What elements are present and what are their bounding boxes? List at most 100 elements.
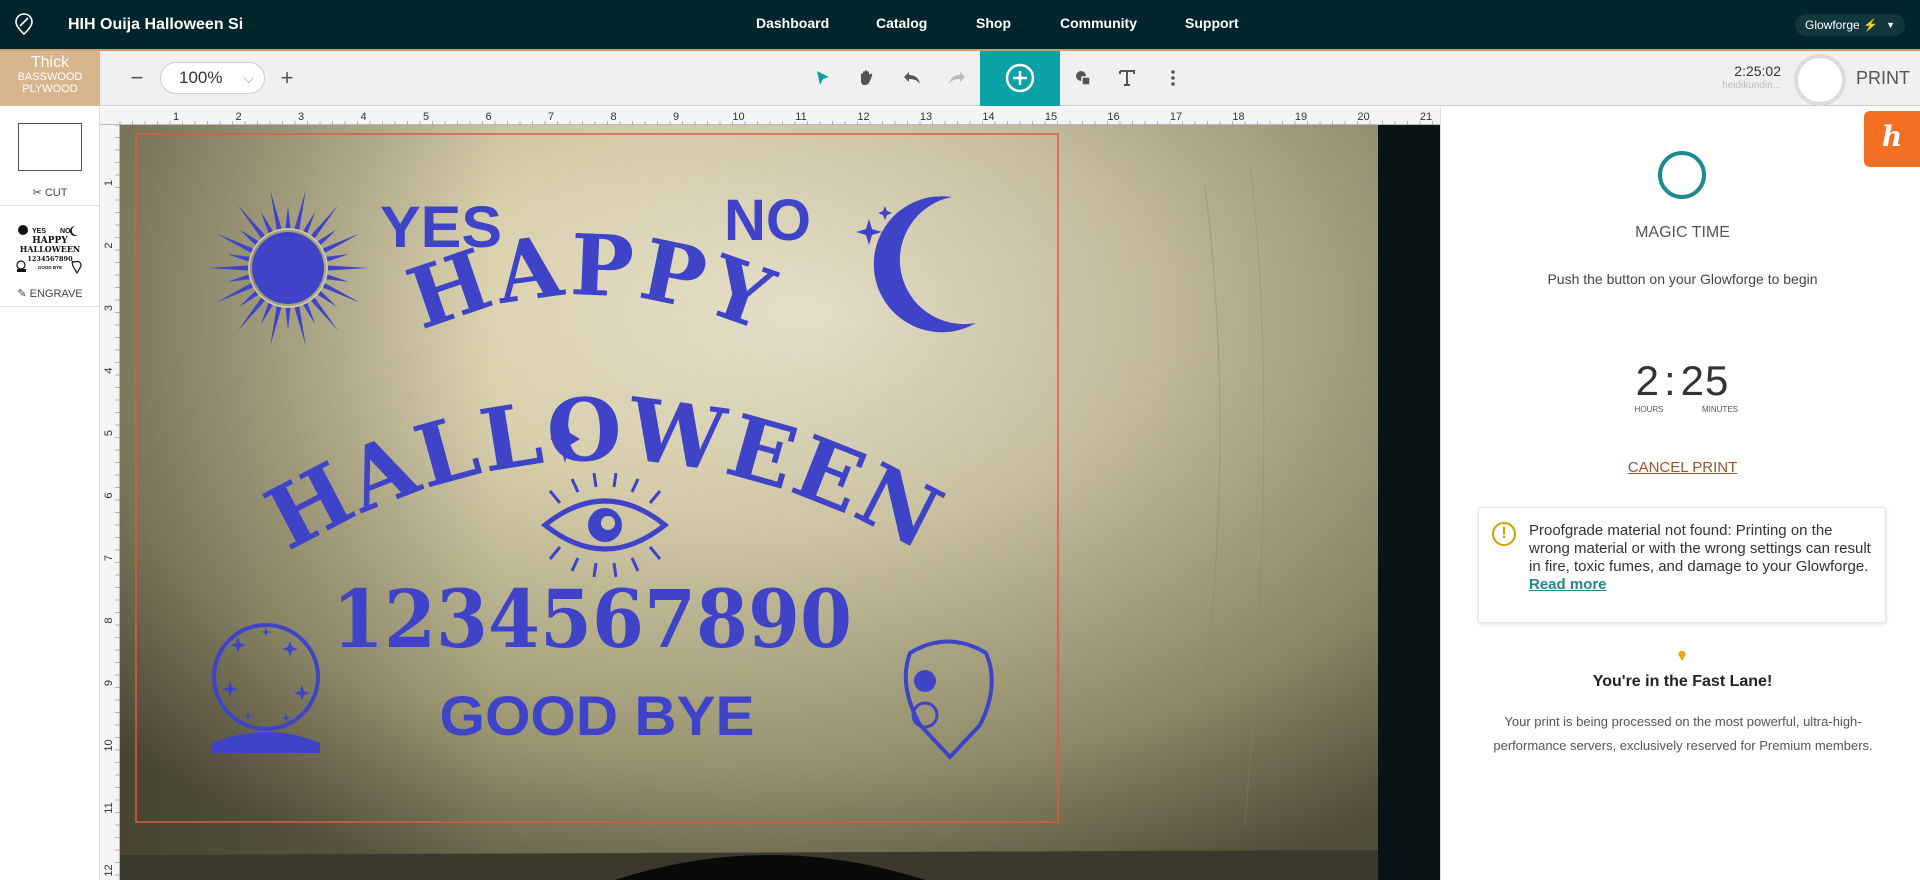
ruler-tick-label: 7 — [103, 555, 115, 561]
print-button[interactable]: PRINT — [1856, 68, 1910, 89]
ruler-tick-label: 14 — [982, 111, 994, 123]
ruler-tick-label: 2 — [235, 111, 241, 123]
read-more-link[interactable]: Read more — [1529, 576, 1607, 593]
zoom-in-button[interactable]: + — [272, 63, 302, 93]
ruler-tick-label: 8 — [103, 617, 115, 623]
ruler-tick-label: 4 — [360, 111, 366, 123]
print-time-estimate: 2:25:02 — [1734, 63, 1781, 79]
more-vertical-icon[interactable] — [1158, 63, 1188, 93]
ruler-tick-label: 5 — [103, 430, 115, 436]
fast-lane-description: Your print is being processed on the mos… — [1493, 714, 1873, 753]
ruler-tick-label: 18 — [1232, 111, 1244, 123]
magic-time-instructions: Push the button on your Glowforge to beg… — [1547, 271, 1818, 287]
cut-step-thumbnail[interactable] — [18, 123, 82, 171]
engrave-step-label[interactable]: ✎ ENGRAVE — [0, 287, 100, 300]
bed-camera-canvas[interactable]: YES NO HAPPY HALLOWEEN 1234567890 GOOD B… — [120, 125, 1440, 880]
ruler-tick-label: 5 — [423, 111, 429, 123]
thumb-no: NO — [60, 228, 71, 235]
ruler-tick-label: 21 — [1420, 111, 1432, 123]
warning-message: Proofgrade material not found: Printing … — [1529, 522, 1874, 594]
caret-down-icon: ▼ — [1886, 20, 1895, 30]
account-dropdown[interactable]: Glowforge ⚡ ▼ — [1795, 14, 1905, 36]
glowforge-logo-icon[interactable] — [14, 12, 34, 36]
print-button-circle[interactable] — [1794, 54, 1846, 106]
ruler-tick-label: 1 — [173, 111, 179, 123]
minutes-label: MINUTES — [1702, 405, 1738, 414]
nav-shop[interactable]: Shop — [976, 15, 1011, 31]
thumb-goodbye: GOOD BYE — [38, 265, 62, 270]
thumb-halloween: HALLOWEEN — [20, 244, 80, 254]
redo-icon[interactable] — [942, 63, 972, 93]
account-name: Glowforge — [1805, 18, 1860, 32]
ruler-tick-label: 11 — [103, 802, 115, 813]
fast-lane-title: You're in the Fast Lane! — [1592, 673, 1773, 690]
hours-label: HOURS — [1634, 405, 1664, 414]
design-goodbye-text[interactable]: GOOD BYE — [440, 684, 755, 747]
engrave-step-thumbnail[interactable]: YES NO HAPPY HALLOWEEN 1234567890 GOOD B… — [15, 222, 85, 274]
plus-circle-icon — [1005, 63, 1035, 93]
ruler-tick-label: 6 — [103, 492, 115, 498]
ruler-tick-label: 4 — [103, 367, 115, 373]
thumb-numbers: 1234567890 — [27, 255, 73, 263]
divider — [0, 306, 100, 307]
honey-extension-badge[interactable]: h — [1864, 111, 1920, 167]
ruler-tick-label: 10 — [732, 111, 744, 123]
zoom-select[interactable]: 100% ⌵ — [160, 62, 265, 94]
top-nav: HIH Ouija Halloween Sig Dashboard Catalo… — [0, 0, 1920, 49]
ruler-tick-label: 19 — [1295, 111, 1307, 123]
design-numbers-text[interactable]: 1234567890 — [332, 572, 852, 666]
nav-dashboard[interactable]: Dashboard — [756, 15, 829, 31]
project-title[interactable]: HIH Ouija Halloween Sig — [68, 16, 243, 34]
ruler-tick-label: 12 — [103, 864, 115, 876]
undo-icon[interactable] — [897, 63, 927, 93]
cut-step-label[interactable]: ✂ CUT — [0, 186, 100, 199]
timer-minutes: 25 — [1680, 357, 1730, 404]
ruler-tick-label: 16 — [1107, 111, 1119, 123]
scissors-icon: ✂ — [32, 187, 42, 199]
nav-catalog[interactable]: Catalog — [876, 15, 927, 31]
divider — [0, 205, 100, 206]
ruler-tick-label: 2 — [103, 242, 115, 248]
material-selector[interactable]: Thick BASSWOOD PLYWOOD — [0, 51, 100, 106]
username: heidikundin... — [1722, 80, 1781, 91]
ruler-tick-label: 6 — [485, 111, 491, 123]
ruler-tick-label: 15 — [1045, 111, 1057, 123]
chevron-down-icon: ⌵ — [243, 70, 254, 86]
ruler-tick-label: 11 — [795, 111, 806, 123]
nav-support[interactable]: Support — [1185, 15, 1239, 31]
nav-community[interactable]: Community — [1060, 15, 1137, 31]
zoom-out-button[interactable]: − — [122, 63, 152, 93]
print-timer: 2:25 — [1635, 357, 1730, 404]
material-thickness: Thick — [30, 54, 70, 71]
bolt-icon: ⚡ — [1863, 18, 1878, 32]
material-warning-card: ! Proofgrade material not found: Printin… — [1478, 507, 1886, 623]
material-type: PLYWOOD — [22, 83, 78, 95]
shapes-icon[interactable] — [1068, 63, 1098, 93]
ruler-tick-label: 8 — [610, 111, 616, 123]
ruler-tick-label: 20 — [1357, 111, 1369, 123]
select-arrow-icon[interactable] — [807, 63, 837, 93]
timer-hours: 2 — [1635, 357, 1660, 404]
hand-pan-icon[interactable] — [852, 63, 882, 93]
print-status-panel: h MAGIC TIME Push the button on your Glo… — [1440, 107, 1920, 880]
ruler-tick-label: 13 — [920, 111, 932, 123]
gem-icon — [1678, 651, 1686, 661]
warning-icon: ! — [1492, 522, 1516, 546]
engrave-label-text: ENGRAVE — [29, 288, 83, 300]
ruler-tick-label: 9 — [673, 111, 679, 123]
warning-text: Proofgrade material not found: Printing … — [1529, 522, 1871, 575]
text-tool-icon[interactable] — [1112, 63, 1142, 93]
ruler-tick-label: 3 — [103, 305, 115, 311]
horizontal-ruler: 1 2 3 4 5 6 7 8 9 10 11 12 13 14 15 16 17 18 19 20 21 — [100, 107, 1440, 125]
vertical-ruler: 1 2 3 4 5 6 7 8 9 10 11 12 — [100, 125, 120, 880]
ruler-tick-label: 7 — [548, 111, 554, 123]
ruler-tick-label: 9 — [103, 680, 115, 686]
cancel-print-button[interactable]: CANCEL PRINT — [1441, 459, 1920, 476]
add-artwork-button[interactable] — [980, 51, 1060, 106]
steps-panel: ✂ CUT YES NO HAPPY HALLOWEEN 1234567890 … — [0, 107, 100, 880]
thumb-yes: YES — [32, 228, 46, 235]
material-name: BASSWOOD — [17, 71, 83, 83]
toolbar: Thick BASSWOOD PLYWOOD − 100% ⌵ + 2:25:0… — [0, 51, 1920, 106]
zoom-value: 100% — [179, 68, 223, 87]
ruler-tick-label: 12 — [857, 111, 869, 123]
